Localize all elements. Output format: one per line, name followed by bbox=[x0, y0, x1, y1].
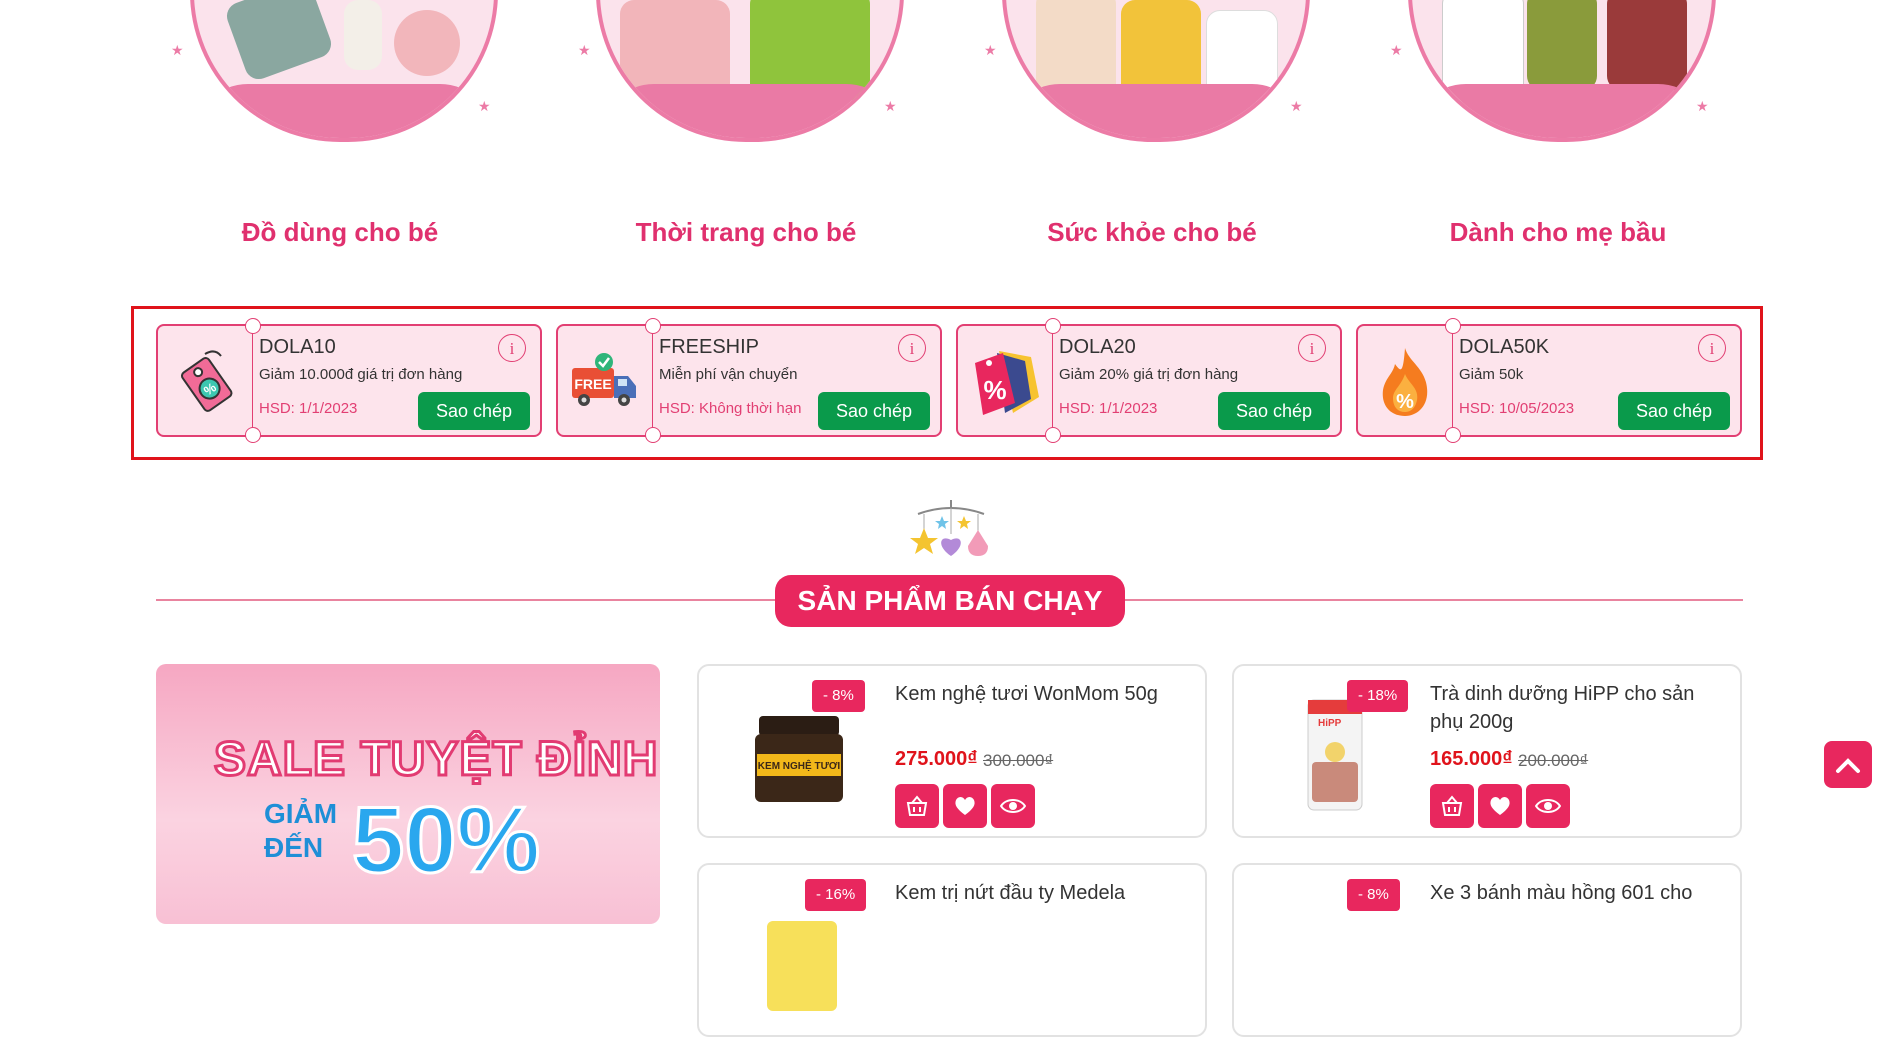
discount-badge: - 18% bbox=[1347, 680, 1409, 712]
coupon-description: Giảm 50k bbox=[1459, 366, 1524, 383]
heart-icon bbox=[955, 797, 975, 815]
product-old-price: 300.000₫ bbox=[983, 751, 1054, 770]
free-delivery-truck-icon: FREE bbox=[572, 352, 636, 406]
info-icon[interactable]: i bbox=[1298, 334, 1326, 362]
category-image[interactable] bbox=[1408, 0, 1716, 142]
discount-tag-icon: % bbox=[180, 349, 233, 412]
coupon-expiry: HSD: Không thời hạn bbox=[659, 400, 802, 417]
quick-view-button[interactable] bbox=[991, 784, 1035, 828]
svg-text:FREE: FREE bbox=[574, 376, 611, 392]
info-icon[interactable]: i bbox=[498, 334, 526, 362]
product-old-price: 200.000₫ bbox=[1518, 751, 1589, 770]
product-name[interactable]: Xe 3 bánh màu hồng 601 cho bbox=[1430, 879, 1720, 907]
coupon-card: % DOLA50K Giảm 50k HSD: 10/05/2023 i Sao… bbox=[1356, 318, 1742, 443]
coupon-card: % DOLA10 Giảm 10.000đ giá trị đơn hàng H… bbox=[156, 318, 542, 443]
product-card[interactable]: HiPP - 18% Trà dinh dưỡng HiPP cho sản p… bbox=[1232, 664, 1742, 838]
add-to-cart-button[interactable] bbox=[895, 784, 939, 828]
baby-mobile-icon bbox=[910, 500, 988, 556]
copy-coupon-button[interactable]: Sao chép bbox=[818, 392, 930, 430]
star-decoration-icon: ★ bbox=[984, 42, 997, 58]
svg-text:%: % bbox=[983, 375, 1006, 405]
coupon-icon-area: % bbox=[158, 326, 253, 435]
product-card[interactable]: KEM NGHỆ TƯƠI - 8% Kem nghệ tươi WonMom … bbox=[697, 664, 1207, 838]
chevron-up-icon bbox=[1836, 757, 1860, 773]
wishlist-button[interactable] bbox=[1478, 784, 1522, 828]
fire-percent-icon: % bbox=[1382, 347, 1428, 416]
category-title[interactable]: Thời trang cho bé bbox=[546, 217, 946, 248]
coupon-expiry: HSD: 1/1/2023 bbox=[259, 400, 358, 417]
info-icon[interactable]: i bbox=[1698, 334, 1726, 362]
banner-text: GIẢM bbox=[264, 798, 338, 829]
coupon-code: DOLA50K bbox=[1459, 336, 1550, 358]
coupon-icon-area: % bbox=[1358, 326, 1453, 435]
coupon-description: Miễn phí vận chuyển bbox=[659, 366, 798, 383]
add-to-cart-button[interactable] bbox=[1430, 784, 1474, 828]
coupon-icon-area: % bbox=[958, 326, 1053, 435]
star-decoration-icon: ★ bbox=[1696, 98, 1709, 114]
coupon-code: DOLA20 bbox=[1059, 336, 1136, 358]
product-card[interactable]: - 16% Kem trị nứt đầu ty Medela bbox=[697, 863, 1207, 1037]
category-title[interactable]: Sức khỏe cho bé bbox=[952, 217, 1352, 248]
star-decoration-icon: ★ bbox=[884, 98, 897, 114]
coupon-expiry: HSD: 10/05/2023 bbox=[1459, 400, 1575, 417]
wishlist-button[interactable] bbox=[943, 784, 987, 828]
category-title[interactable]: Dành cho mẹ bầu bbox=[1358, 217, 1758, 248]
eye-icon bbox=[1000, 799, 1026, 813]
coupon-description: Giảm 10.000đ giá trị đơn hàng bbox=[259, 366, 463, 383]
sale-banner[interactable]: SALE TUYỆT ĐỈNH GIẢM ĐẾN 50% bbox=[156, 664, 660, 924]
eye-icon bbox=[1535, 799, 1561, 813]
product-price: 165.000₫ bbox=[1430, 748, 1513, 770]
section-title: SẢN PHẨM BÁN CHẠY bbox=[775, 575, 1125, 627]
coupon-card: FREE FREESHIP Miễn phí vận chuyển HSD: K… bbox=[556, 318, 942, 443]
product-price: 275.000₫ bbox=[895, 748, 978, 770]
discount-badge: - 8% bbox=[812, 680, 865, 712]
coupon-code: DOLA10 bbox=[259, 336, 336, 358]
coupon-description: Giảm 20% giá trị đơn hàng bbox=[1059, 366, 1239, 383]
basket-icon bbox=[1441, 795, 1463, 816]
banner-percent: 50% bbox=[350, 786, 541, 894]
coupon-expiry: HSD: 1/1/2023 bbox=[1059, 400, 1158, 417]
product-name[interactable]: Trà dinh dưỡng HiPP cho sản phụ 200g bbox=[1430, 680, 1720, 736]
category-image[interactable] bbox=[190, 0, 498, 142]
quick-view-button[interactable] bbox=[1526, 784, 1570, 828]
info-icon[interactable]: i bbox=[898, 334, 926, 362]
category-title[interactable]: Đồ dùng cho bé bbox=[140, 217, 540, 248]
copy-coupon-button[interactable]: Sao chép bbox=[418, 392, 530, 430]
back-to-top-button[interactable] bbox=[1824, 741, 1872, 788]
product-name[interactable]: Kem nghệ tươi WonMom 50g bbox=[895, 680, 1185, 708]
section-divider bbox=[156, 599, 775, 601]
category-image[interactable] bbox=[1002, 0, 1310, 142]
discount-badge: - 8% bbox=[1347, 879, 1400, 911]
star-decoration-icon: ★ bbox=[1390, 42, 1403, 58]
copy-coupon-button[interactable]: Sao chép bbox=[1218, 392, 1330, 430]
banner-headline: SALE TUYỆT ĐỈNH bbox=[212, 732, 659, 788]
star-decoration-icon: ★ bbox=[478, 98, 491, 114]
svg-text:%: % bbox=[1396, 391, 1414, 413]
svg-text:KEM NGHỆ TƯƠI: KEM NGHỆ TƯƠI bbox=[758, 759, 841, 772]
svg-text:HiPP: HiPP bbox=[1318, 718, 1342, 729]
product-name[interactable]: Kem trị nứt đầu ty Medela bbox=[895, 879, 1185, 907]
product-card[interactable]: - 8% Xe 3 bánh màu hồng 601 cho bbox=[1232, 863, 1742, 1037]
banner-text: ĐẾN bbox=[264, 832, 324, 863]
basket-icon bbox=[906, 795, 928, 816]
discount-badge: - 16% bbox=[805, 879, 867, 911]
coupon-card: % DOLA20 Giảm 20% giá trị đơn hàng HSD: … bbox=[956, 318, 1342, 443]
category-image[interactable] bbox=[596, 0, 904, 142]
section-divider bbox=[1125, 599, 1743, 601]
coupon-code: FREESHIP bbox=[659, 336, 760, 358]
percent-tag-icon: % bbox=[975, 350, 1039, 415]
star-decoration-icon: ★ bbox=[171, 42, 184, 58]
heart-icon bbox=[1490, 797, 1510, 815]
star-decoration-icon: ★ bbox=[578, 42, 591, 58]
star-decoration-icon: ★ bbox=[1290, 98, 1303, 114]
copy-coupon-button[interactable]: Sao chép bbox=[1618, 392, 1730, 430]
coupon-icon-area: FREE bbox=[558, 326, 653, 435]
